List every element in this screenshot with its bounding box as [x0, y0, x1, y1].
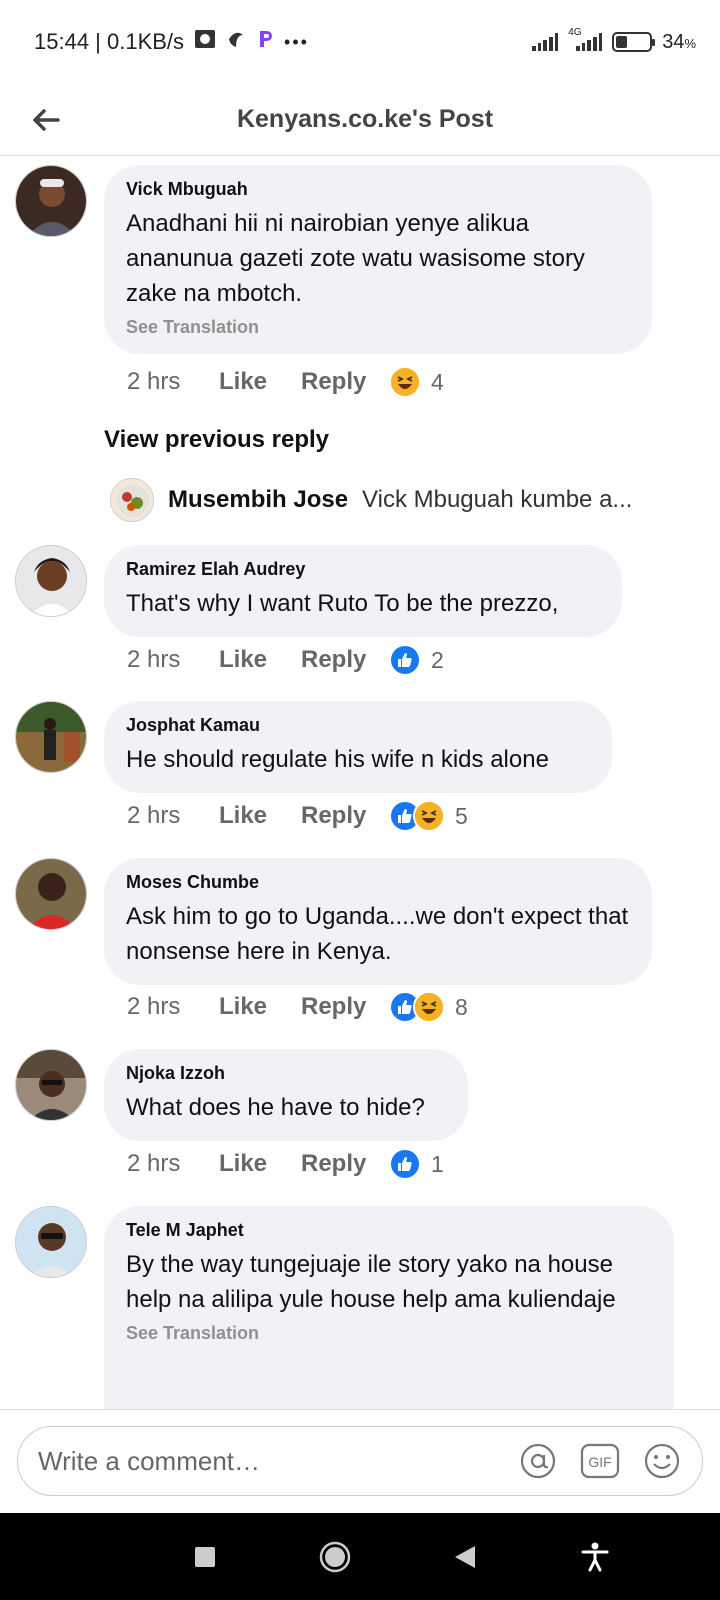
- comment-input[interactable]: [38, 1445, 496, 1477]
- comment-bubble[interactable]: Josphat Kamau He should regulate his wif…: [104, 701, 612, 793]
- reply-author[interactable]: Musembih Jose: [168, 486, 348, 514]
- avatar[interactable]: [15, 701, 87, 773]
- comment-bubble[interactable]: Njoka Izzoh What does he have to hide?: [104, 1049, 468, 1141]
- comment-actions: 2 hrs Like Reply 4: [127, 366, 444, 398]
- comment-time: 2 hrs: [127, 646, 181, 673]
- comment-actions: 2 hrs Like Reply 2: [127, 644, 444, 676]
- battery-icon: [612, 32, 656, 52]
- reactions-summary[interactable]: 2: [389, 644, 444, 676]
- reaction-count: 8: [455, 993, 468, 1020]
- comment-actions: 2 hrs Like Reply 5: [127, 800, 468, 832]
- like-button[interactable]: Like: [219, 993, 301, 1021]
- reply-button[interactable]: Reply: [301, 802, 389, 830]
- comment-composer: GIF: [0, 1409, 720, 1513]
- comment-author[interactable]: Josphat Kamau: [126, 715, 590, 736]
- comment-time: 2 hrs: [127, 368, 181, 395]
- status-bar: 15:44 | 0.1KB/s ••• 4G 34%: [0, 0, 720, 84]
- like-button[interactable]: Like: [219, 802, 301, 830]
- reactions-summary[interactable]: 5: [389, 800, 468, 832]
- page-title: Kenyans.co.ke's Post: [236, 105, 494, 133]
- reactions-summary[interactable]: 8: [389, 991, 468, 1023]
- app-notification-icon: [226, 29, 246, 55]
- avatar[interactable]: [15, 1049, 87, 1121]
- app-header: Kenyans.co.ke's Post: [0, 84, 720, 156]
- like-button[interactable]: Like: [219, 646, 301, 674]
- comment-text: That's why I want Ruto To be the prezzo,: [126, 590, 559, 617]
- emoji-icon[interactable]: [642, 1441, 682, 1481]
- reaction-count: 1: [431, 1150, 444, 1177]
- haha-reaction-icon: [413, 991, 445, 1023]
- see-translation-link[interactable]: See Translation: [126, 1323, 652, 1344]
- comment-time: 2 hrs: [127, 802, 181, 829]
- see-translation-link[interactable]: See Translation: [126, 317, 630, 338]
- comment-bubble[interactable]: Tele M Japhet By the way tungejuaje ile …: [104, 1206, 674, 1409]
- comment-text: Anadhani hii ni nairobian yenye alikua a…: [126, 210, 585, 307]
- recents-square-icon[interactable]: [185, 1537, 225, 1577]
- reply-snippet: Vick Mbuguah kumbe a...: [362, 486, 633, 513]
- avatar: [110, 478, 154, 522]
- comments-list[interactable]: Vick Mbuguah Anadhani hii ni nairobian y…: [0, 156, 720, 1409]
- reply-button[interactable]: Reply: [301, 646, 389, 674]
- gif-icon[interactable]: GIF: [580, 1441, 620, 1481]
- more-notifications-icon: •••: [284, 31, 309, 52]
- comment-text: By the way tungejuaje ile story yako na …: [126, 1251, 616, 1313]
- reactions-summary[interactable]: 4: [389, 366, 444, 398]
- comment-text: Ask him to go to Uganda....we don't expe…: [126, 903, 629, 965]
- comment-actions: 2 hrs Like Reply 1: [127, 1148, 444, 1180]
- signal-icon: [532, 33, 559, 51]
- haha-reaction-icon: [389, 366, 421, 398]
- reply-button[interactable]: Reply: [301, 368, 389, 396]
- comment-bubble[interactable]: Moses Chumbe Ask him to go to Uganda....…: [104, 858, 652, 985]
- reply-button[interactable]: Reply: [301, 1150, 389, 1178]
- like-reaction-icon: [389, 1148, 421, 1180]
- reply-button[interactable]: Reply: [301, 993, 389, 1021]
- reaction-count: 2: [431, 646, 444, 673]
- avatar[interactable]: [15, 1206, 87, 1278]
- comment-bubble[interactable]: Ramirez Elah Audrey That's why I want Ru…: [104, 545, 622, 637]
- reaction-count: 5: [455, 802, 468, 829]
- battery-percentage: 34%: [662, 30, 696, 53]
- comment-actions: 2 hrs Like Reply 8: [127, 991, 468, 1023]
- avatar[interactable]: [15, 858, 87, 930]
- status-time-speed: 15:44 | 0.1KB/s: [34, 29, 185, 54]
- 4g-signal-icon: 4G: [568, 27, 603, 51]
- like-reaction-icon: [389, 644, 421, 676]
- comment-author[interactable]: Vick Mbuguah: [126, 179, 630, 200]
- comment-author[interactable]: Njoka Izzoh: [126, 1063, 446, 1084]
- avatar[interactable]: [15, 165, 87, 237]
- comment-bubble[interactable]: Vick Mbuguah Anadhani hii ni nairobian y…: [104, 165, 652, 354]
- gallery-icon: [194, 29, 216, 55]
- comment-author[interactable]: Moses Chumbe: [126, 872, 630, 893]
- comment-text: He should regulate his wife n kids alone: [126, 746, 549, 773]
- back-triangle-icon[interactable]: [445, 1537, 485, 1577]
- svg-text:GIF: GIF: [588, 1454, 611, 1470]
- reaction-count: 4: [431, 368, 444, 395]
- system-navigation-bar: [0, 1513, 720, 1600]
- comment-author[interactable]: Ramirez Elah Audrey: [126, 559, 600, 580]
- reply-preview[interactable]: Musembih Jose Vick Mbuguah kumbe a...: [110, 478, 670, 522]
- like-button[interactable]: Like: [219, 1150, 301, 1178]
- haha-reaction-icon: [413, 800, 445, 832]
- accessibility-icon[interactable]: [575, 1537, 615, 1577]
- avatar[interactable]: [15, 545, 87, 617]
- comment-text: What does he have to hide?: [126, 1094, 425, 1121]
- reactions-summary[interactable]: 1: [389, 1148, 444, 1180]
- view-previous-reply-link[interactable]: View previous reply: [104, 426, 329, 454]
- mention-icon[interactable]: [518, 1441, 558, 1481]
- back-arrow-icon[interactable]: [28, 102, 64, 138]
- comment-time: 2 hrs: [127, 1150, 181, 1177]
- home-circle-icon[interactable]: [315, 1537, 355, 1577]
- comment-author[interactable]: Tele M Japhet: [126, 1220, 652, 1241]
- comment-input-container[interactable]: GIF: [17, 1426, 703, 1496]
- like-button[interactable]: Like: [219, 368, 301, 396]
- comment-time: 2 hrs: [127, 993, 181, 1020]
- p-app-icon: [256, 29, 274, 55]
